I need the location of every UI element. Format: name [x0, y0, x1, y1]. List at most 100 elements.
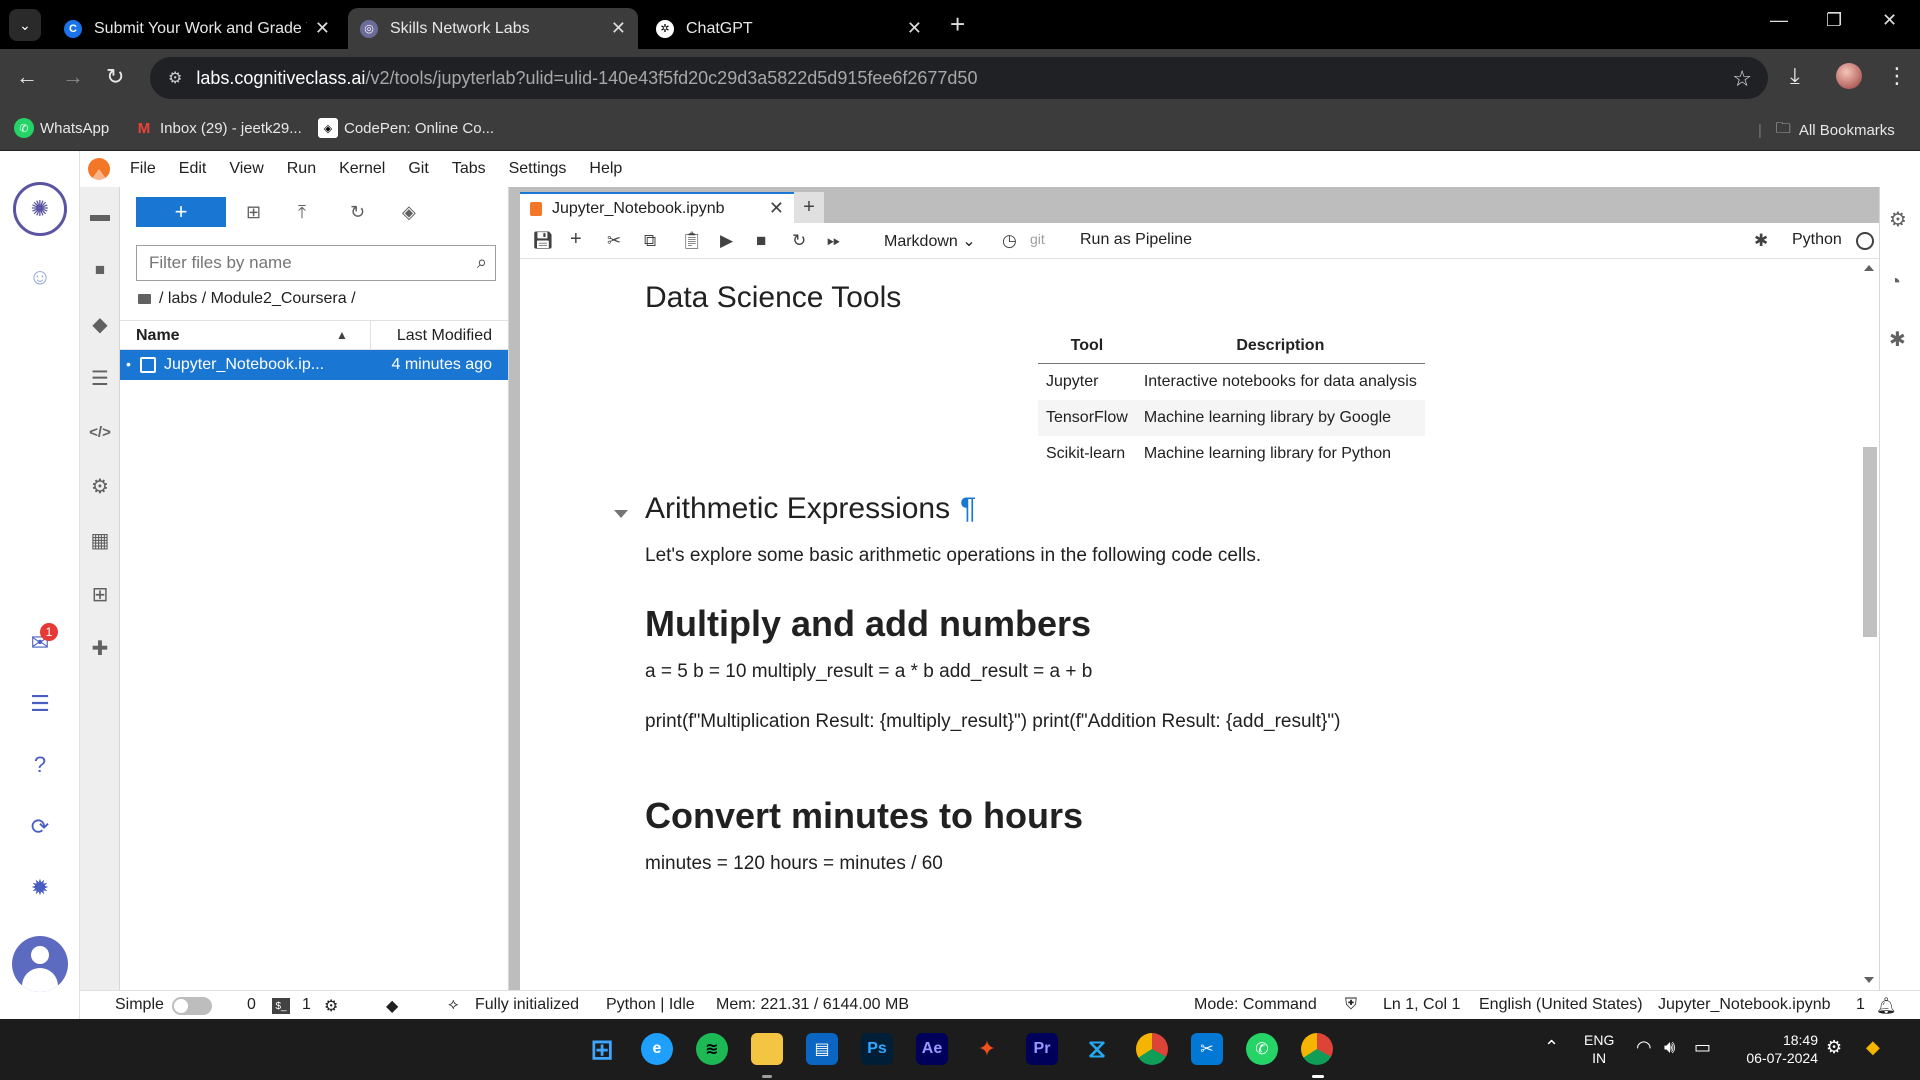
photoshop-icon[interactable]: Ps — [861, 1033, 893, 1065]
close-window-icon[interactable]: ✕ — [1882, 10, 1897, 31]
lsp-status[interactable]: Fully initialized — [475, 996, 579, 1014]
upload-icon[interactable]: ⤒ — [298, 202, 306, 223]
paste-icon[interactable]: 📋︎ — [681, 231, 703, 251]
close-icon[interactable]: ✕ — [315, 18, 330, 39]
chrome-icon[interactable] — [1136, 1033, 1168, 1065]
figma-icon[interactable]: ✦ — [971, 1033, 1003, 1065]
chatbot-icon[interactable]: ☺ — [26, 263, 54, 291]
minimize-icon[interactable]: — — [1770, 10, 1788, 31]
column-last-modified[interactable]: Last Modified — [397, 327, 492, 345]
browser-tab-skills-network[interactable]: ◎ Skills Network Labs ✕ — [348, 8, 638, 49]
bell-icon[interactable]: 🔔︎ — [1876, 996, 1896, 1016]
scroll-down-icon[interactable] — [1864, 977, 1874, 983]
kernel-count[interactable]: 1 — [302, 996, 311, 1014]
menu-git[interactable]: Git — [408, 160, 428, 178]
wifi-icon[interactable]: ◠ — [1636, 1037, 1652, 1058]
run-as-pipeline-button[interactable]: Run as Pipeline — [1080, 231, 1192, 249]
terminal-icon[interactable]: $_ — [272, 998, 290, 1014]
new-launcher-button[interactable]: + — [136, 197, 226, 227]
git-clone-icon[interactable]: ◈ — [402, 202, 416, 223]
simple-mode-toggle[interactable] — [172, 997, 212, 1015]
refresh-icon[interactable]: ↻ — [350, 202, 365, 223]
user-avatar[interactable] — [12, 936, 68, 992]
resource-usage-icon[interactable]: ◔ — [1889, 271, 1901, 294]
clock[interactable]: 18:49 06-07-2024 — [1738, 1031, 1818, 1067]
tab-search-button[interactable]: ⌄ — [9, 9, 41, 41]
battery-icon[interactable]: ▭ — [1694, 1037, 1711, 1058]
vscode-icon[interactable]: ⧖ — [1081, 1033, 1113, 1065]
folder-icon[interactable] — [138, 294, 151, 304]
debugger-icon[interactable]: ✱ — [1889, 327, 1906, 352]
new-tab-button[interactable]: + — [950, 11, 965, 37]
kernel-chip-icon[interactable]: ⚙ — [324, 996, 338, 1016]
menu-settings[interactable]: Settings — [509, 160, 567, 178]
puzzle-icon[interactable]: ✚ — [88, 636, 112, 660]
sync-icon[interactable]: ⟳ — [26, 813, 54, 841]
settings-gear-icon[interactable]: ⚙ — [1826, 1037, 1842, 1058]
notebook-mode[interactable]: Mode: Command — [1194, 996, 1317, 1014]
language-indicator[interactable]: ENG IN — [1584, 1031, 1614, 1067]
chrome-active-icon[interactable] — [1301, 1033, 1333, 1065]
extensions-grid-icon[interactable]: ⊞ — [88, 582, 112, 606]
code-icon[interactable]: </> — [88, 420, 112, 444]
scroll-up-icon[interactable] — [1864, 265, 1874, 271]
edge-icon[interactable]: e — [641, 1033, 673, 1065]
bookmark-whatsapp[interactable]: ✆ WhatsApp — [14, 118, 109, 138]
file-row[interactable]: • Jupyter_Notebook.ip... 4 minutes ago — [120, 350, 508, 380]
profile-avatar[interactable] — [1836, 63, 1862, 89]
skills-network-logo-icon[interactable]: ✺ — [13, 182, 67, 236]
tab-notebook[interactable]: Jupyter_Notebook.ipynb ✕ — [520, 192, 794, 223]
forward-icon[interactable]: → — [62, 65, 84, 89]
stop-icon[interactable]: ■ — [756, 231, 766, 251]
file-explorer-icon[interactable] — [751, 1033, 783, 1065]
toc-icon[interactable]: ☰ — [88, 366, 112, 390]
browser-tab-coursera[interactable]: C Submit Your Work and Grade Yo ✕ — [52, 8, 342, 49]
column-name[interactable]: Name — [136, 327, 180, 345]
folder-icon[interactable]: ▬ — [88, 203, 112, 227]
snipping-tool-icon[interactable]: ✂ — [1191, 1033, 1223, 1065]
premiere-icon[interactable]: Pr — [1026, 1033, 1058, 1065]
menu-run[interactable]: Run — [287, 160, 316, 178]
bookmark-gmail[interactable]: M Inbox (29) - jeetk29... — [134, 118, 302, 138]
menu-view[interactable]: View — [229, 160, 263, 178]
after-effects-icon[interactable]: Ae — [916, 1033, 948, 1065]
trusted-shield-icon[interactable]: ⛨ — [1345, 996, 1357, 1014]
property-inspector-icon[interactable]: ⚙ — [88, 474, 112, 498]
reload-icon[interactable]: ↻ — [106, 65, 124, 89]
volume-icon[interactable]: 🔊︎ — [1664, 1037, 1675, 1058]
help-icon[interactable]: ? — [26, 751, 54, 779]
new-tab-button[interactable]: + — [794, 192, 824, 223]
restart-icon[interactable]: ↻ — [792, 231, 806, 251]
windows-start-icon[interactable]: ⊞ — [586, 1033, 618, 1065]
cursor-position[interactable]: Ln 1, Col 1 — [1383, 996, 1460, 1014]
more-menu-icon[interactable]: ⋮ — [1886, 63, 1908, 89]
theme-icon[interactable]: ✹ — [26, 874, 54, 902]
menu-tabs[interactable]: Tabs — [452, 160, 486, 178]
running-icon[interactable]: ⏹ — [88, 258, 112, 282]
commands-icon[interactable]: ▦ — [88, 528, 112, 552]
all-bookmarks[interactable]: | 🗀 All Bookmarks — [1758, 118, 1895, 143]
kernel-status[interactable]: Python | Idle — [606, 996, 695, 1014]
collapse-heading-icon[interactable] — [614, 510, 628, 518]
download-icon[interactable]: ⤓ — [1790, 63, 1800, 89]
copy-icon[interactable]: ⧉ — [644, 231, 656, 251]
cell-type-dropdown[interactable]: Markdown ⌄ — [884, 231, 976, 251]
fast-forward-icon[interactable]: ⏩︎ — [827, 231, 841, 251]
add-cell-icon[interactable]: + — [570, 228, 582, 251]
sort-up-icon[interactable]: ▲ — [336, 328, 348, 342]
menu-kernel[interactable]: Kernel — [339, 160, 385, 178]
save-icon[interactable]: 💾︎ — [532, 231, 554, 251]
git-status-icon[interactable]: ◆ — [386, 996, 398, 1016]
notification-count[interactable]: 1 — [1856, 996, 1865, 1014]
instructions-icon[interactable]: ☰ — [26, 690, 54, 718]
menu-help[interactable]: Help — [589, 160, 622, 178]
url-field[interactable]: ⚙ labs.cognitiveclass.ai/v2/tools/jupyte… — [150, 57, 1768, 99]
cut-icon[interactable]: ✂ — [607, 231, 621, 251]
terminal-count[interactable]: 0 — [247, 996, 256, 1014]
git-icon[interactable]: ◆ — [88, 312, 112, 336]
file-filter-input[interactable] — [149, 253, 449, 273]
copilot-icon[interactable]: ◆ — [1866, 1037, 1880, 1058]
git-diff-button[interactable]: git — [1030, 231, 1045, 247]
run-icon[interactable]: ▶ — [720, 231, 733, 251]
close-icon[interactable]: ✕ — [769, 198, 784, 219]
